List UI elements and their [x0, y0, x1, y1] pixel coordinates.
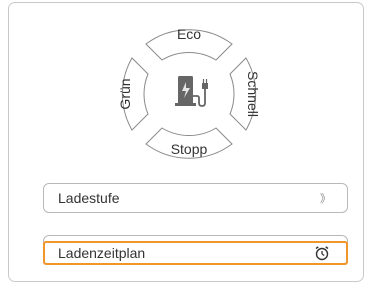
- alarm-clock-icon[interactable]: [314, 245, 330, 261]
- schnell-label: Schnell: [245, 71, 261, 117]
- stopp-label: Stopp: [171, 141, 208, 157]
- gruen-label: Grün: [117, 78, 133, 109]
- ladenzeitplan-label: Ladenzeitplan: [58, 245, 146, 261]
- ladestufe-row[interactable]: Ladestufe 》: [43, 183, 348, 213]
- ev-charger-icon: [175, 76, 208, 107]
- ladestufe-label: Ladestufe: [58, 190, 120, 206]
- direction-pad: Eco Stopp Schnell Grün: [117, 26, 261, 159]
- ladenzeitplan-row[interactable]: Ladenzeitplan: [43, 235, 348, 265]
- eco-label: Eco: [177, 26, 201, 42]
- double-chevron-right-icon: 》: [320, 193, 331, 205]
